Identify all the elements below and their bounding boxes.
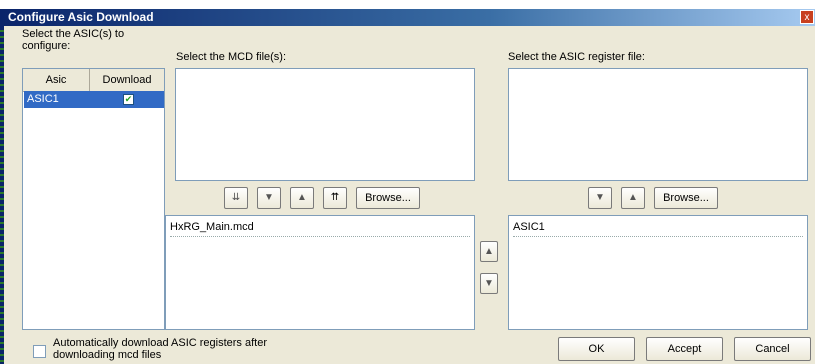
mcd-selected-list[interactable]: HxRG_Main.mcd — [165, 215, 475, 330]
move-top-button[interactable]: ⇈ — [323, 187, 347, 209]
asic-list[interactable]: Asic Download ASIC1 ✔ — [22, 68, 165, 330]
asic-list-header: Asic Download — [23, 69, 164, 92]
move-top-icon: ⇈ — [330, 192, 340, 203]
transfer-down-button[interactable]: ▼ — [480, 273, 498, 294]
ok-button[interactable]: OK — [558, 337, 635, 361]
arrow-down-icon: ▼ — [595, 192, 605, 203]
title-bar: Configure Asic Download x — [0, 9, 815, 26]
window-title: Configure Asic Download — [8, 10, 154, 24]
arrow-down-icon: ▼ — [264, 192, 274, 203]
move-bottom-button[interactable]: ⇊ — [224, 187, 248, 209]
accept-button[interactable]: Accept — [646, 337, 723, 361]
move-down-button[interactable]: ▼ — [257, 187, 281, 209]
left-edge — [0, 26, 4, 364]
register-section-label: Select the ASIC register file: — [508, 51, 645, 63]
mcd-browse-button[interactable]: Browse... — [356, 187, 420, 209]
arrow-up-icon: ▲ — [628, 192, 638, 203]
arrow-down-icon: ▼ — [484, 278, 494, 289]
mcd-file-list[interactable] — [175, 68, 475, 181]
move-up-button[interactable]: ▲ — [290, 187, 314, 209]
move-bottom-icon: ⇊ — [231, 192, 241, 203]
close-icon[interactable]: x — [800, 10, 814, 24]
transfer-up-button[interactable]: ▲ — [480, 241, 498, 262]
download-checkbox[interactable]: ✔ — [123, 94, 134, 105]
register-selected-list[interactable]: ASIC1 — [508, 215, 808, 330]
register-move-down-button[interactable]: ▼ — [588, 187, 612, 209]
arrow-up-icon: ▲ — [484, 246, 494, 257]
asic-row[interactable]: ASIC1 ✔ — [24, 91, 164, 108]
auto-download-label: Automatically download ASIC registers af… — [53, 337, 267, 361]
auto-download-checkbox[interactable] — [33, 345, 46, 358]
cancel-button[interactable]: Cancel — [734, 337, 811, 361]
register-file-list[interactable] — [508, 68, 808, 181]
list-item[interactable]: ASIC1 — [513, 220, 803, 237]
column-header-asic[interactable]: Asic — [23, 69, 90, 91]
column-header-download[interactable]: Download — [90, 69, 164, 91]
arrow-up-icon: ▲ — [297, 192, 307, 203]
register-move-up-button[interactable]: ▲ — [621, 187, 645, 209]
background-strip — [0, 0, 815, 9]
mcd-section-label: Select the MCD file(s): — [176, 51, 287, 63]
asic-section-label: Select the ASIC(s) to configure: — [22, 28, 125, 52]
register-browse-button[interactable]: Browse... — [654, 187, 718, 209]
configure-asic-download-dialog: Configure Asic Download x Select the ASI… — [0, 0, 815, 364]
list-item[interactable]: HxRG_Main.mcd — [170, 220, 470, 237]
asic-name: ASIC1 — [27, 93, 59, 105]
